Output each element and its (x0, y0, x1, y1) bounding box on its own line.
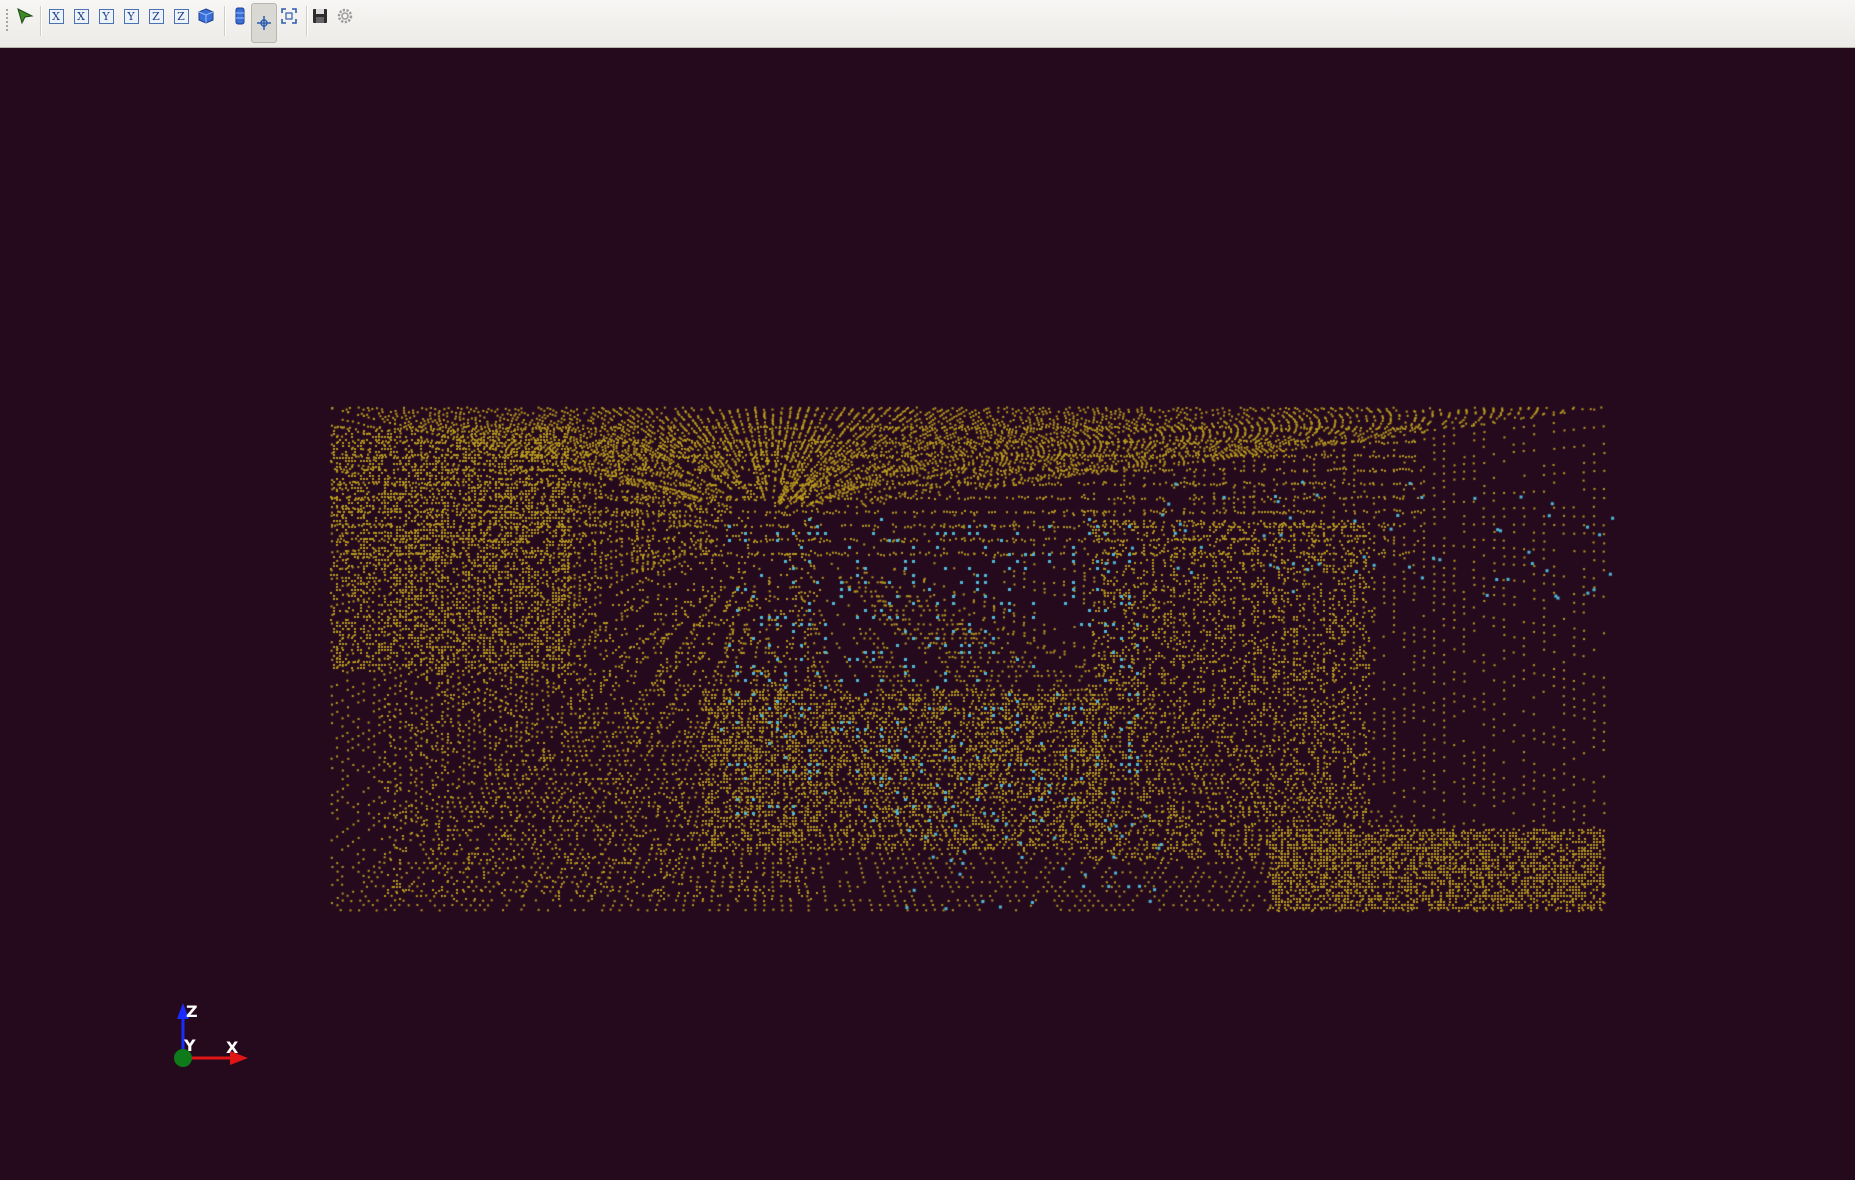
view-z-negative-button[interactable]: Z (169, 4, 193, 28)
axis-y-icon: Y (98, 8, 114, 24)
pick-point-button[interactable] (13, 4, 37, 28)
parallel-projection-button[interactable] (228, 4, 252, 28)
main-toolbar: X X Y Y Z Z (0, 0, 1855, 48)
view-x-positive-button[interactable]: X (44, 4, 68, 28)
axis-x-icon: X (73, 8, 89, 24)
settings-button[interactable] (333, 4, 357, 28)
rotate-center-button[interactable] (251, 3, 277, 43)
cube-icon (198, 8, 214, 24)
view-isometric-button[interactable] (194, 4, 218, 28)
toolbar-separator (224, 6, 226, 36)
save-icon (313, 9, 327, 23)
orientation-gizmo: Z Y X (174, 1002, 248, 1067)
parallel-projection-icon (235, 7, 245, 25)
save-button[interactable] (308, 4, 332, 28)
pick-point-icon (17, 8, 34, 25)
zoom-fit-button[interactable] (277, 4, 301, 28)
toolbar-grip[interactable] (5, 8, 9, 32)
view-y-positive-button[interactable]: Y (94, 4, 118, 28)
y-axis-label: Y (183, 1036, 196, 1055)
zoom-fit-icon (281, 8, 297, 24)
toolbar-separator (40, 6, 42, 36)
rotate-center-icon (257, 16, 271, 30)
view-z-positive-button[interactable]: Z (144, 4, 168, 28)
settings-icon (337, 8, 353, 24)
axis-z-icon: Z (148, 8, 164, 24)
z-axis-label: Z (186, 1002, 198, 1021)
axis-z-icon: Z (173, 8, 189, 24)
axis-y-icon: Y (123, 8, 139, 24)
3d-viewport[interactable]: Z Y X (0, 49, 1855, 1176)
x-axis-label: X (226, 1038, 239, 1057)
axis-x-icon: X (48, 8, 64, 24)
view-x-negative-button[interactable]: X (69, 4, 93, 28)
view-y-negative-button[interactable]: Y (119, 4, 143, 28)
